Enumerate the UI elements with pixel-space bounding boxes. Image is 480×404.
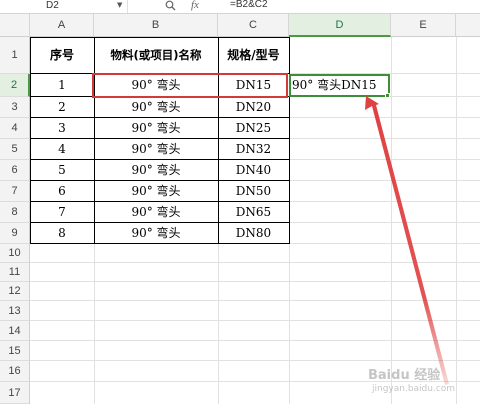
row-header-17[interactable]: 17 bbox=[0, 382, 30, 404]
column-header-c[interactable]: C bbox=[218, 14, 289, 37]
row-header-9[interactable]: 9 bbox=[0, 223, 30, 244]
cell-index[interactable]: 3 bbox=[30, 118, 94, 138]
cell-name[interactable]: 90° 弯头 bbox=[94, 223, 218, 243]
fill-handle[interactable] bbox=[385, 93, 390, 98]
column-header-a[interactable]: A bbox=[30, 14, 94, 37]
cell-name[interactable]: 90° 弯头 bbox=[94, 139, 218, 159]
cell-index[interactable]: 7 bbox=[30, 202, 94, 222]
cell-index[interactable]: 1 bbox=[30, 74, 94, 96]
chevron-down-icon[interactable]: ▼ bbox=[117, 1, 122, 9]
highlight-annotation-box bbox=[92, 73, 288, 98]
cell-name[interactable]: 90° 弯头 bbox=[94, 118, 218, 138]
watermark-url: jingyan.baidu.com bbox=[372, 384, 456, 394]
cell-spec[interactable]: DN20 bbox=[218, 97, 289, 117]
row-header-13[interactable]: 13 bbox=[0, 301, 30, 321]
row-header-8[interactable]: 8 bbox=[0, 202, 30, 223]
row-header-7[interactable]: 7 bbox=[0, 181, 30, 202]
row-header-11[interactable]: 11 bbox=[0, 263, 30, 282]
search-icon[interactable] bbox=[165, 0, 176, 11]
formula-bar: D2 ▼ fx =B2&C2 bbox=[0, 0, 480, 14]
row-header-10[interactable]: 10 bbox=[0, 244, 30, 263]
cell-spec[interactable]: DN80 bbox=[218, 223, 289, 243]
cell-index[interactable]: 5 bbox=[30, 160, 94, 180]
fx-icon[interactable]: fx bbox=[191, 0, 199, 11]
cell-name[interactable]: 90° 弯头 bbox=[94, 97, 218, 117]
cell-name[interactable]: 90° 弯头 bbox=[94, 202, 218, 222]
cell-name[interactable]: 90° 弯头 bbox=[94, 181, 218, 201]
cell-name[interactable]: 90° 弯头 bbox=[94, 160, 218, 180]
name-box[interactable]: D2 bbox=[0, 0, 128, 13]
cell-index[interactable]: 2 bbox=[30, 97, 94, 117]
row-header-12[interactable]: 12 bbox=[0, 282, 30, 301]
row-header-6[interactable]: 6 bbox=[0, 160, 30, 181]
row-header-3[interactable]: 3 bbox=[0, 97, 30, 118]
column-header-e[interactable]: E bbox=[391, 14, 456, 37]
select-all-corner[interactable] bbox=[0, 14, 30, 37]
cell-spec[interactable]: DN32 bbox=[218, 139, 289, 159]
cell-spec[interactable]: DN40 bbox=[218, 160, 289, 180]
column-header-row: A B C D E bbox=[0, 14, 480, 37]
watermark-logo: Baidu 经验 bbox=[368, 368, 441, 383]
cell-index[interactable]: 4 bbox=[30, 139, 94, 159]
cell-index[interactable]: 6 bbox=[30, 181, 94, 201]
cell-index[interactable]: 8 bbox=[30, 223, 94, 243]
cell-spec[interactable]: DN50 bbox=[218, 181, 289, 201]
row-header-1[interactable]: 1 bbox=[0, 37, 30, 74]
column-header-b[interactable]: B bbox=[94, 14, 218, 37]
row-header-5[interactable]: 5 bbox=[0, 139, 30, 160]
header-cell-name[interactable]: 物料(或项目)名称 bbox=[94, 37, 218, 73]
header-cell-spec[interactable]: 规格/型号 bbox=[218, 37, 289, 73]
row-header-15[interactable]: 15 bbox=[0, 341, 30, 361]
formula-input[interactable]: =B2&C2 bbox=[230, 0, 268, 10]
row-header-14[interactable]: 14 bbox=[0, 321, 30, 341]
column-header-d[interactable]: D bbox=[289, 14, 391, 37]
header-cell-index[interactable]: 序号 bbox=[30, 37, 94, 73]
row-header-16[interactable]: 16 bbox=[0, 361, 30, 382]
cell-spec[interactable]: DN25 bbox=[218, 118, 289, 138]
row-header-4[interactable]: 4 bbox=[0, 118, 30, 139]
cell-spec[interactable]: DN65 bbox=[218, 202, 289, 222]
row-header-2[interactable]: 2 bbox=[0, 74, 30, 97]
active-cell-border bbox=[289, 74, 390, 97]
